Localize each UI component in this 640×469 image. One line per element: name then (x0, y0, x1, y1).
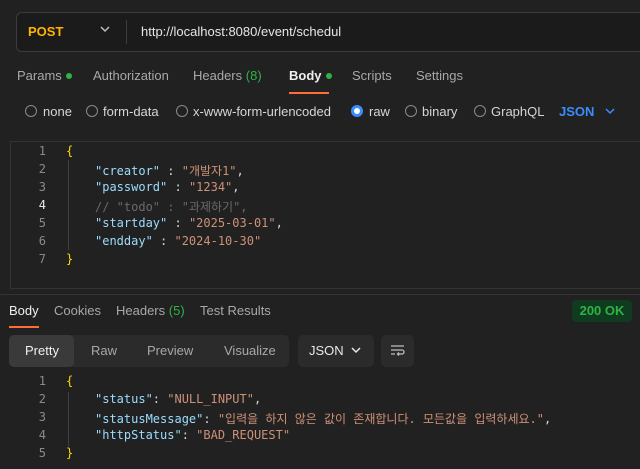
line-number: 7 (38, 252, 46, 266)
status-dot-icon (65, 72, 72, 79)
view-raw-button[interactable]: Raw (91, 343, 117, 358)
radio-binary[interactable] (405, 105, 417, 117)
view-pretty-button[interactable]: Pretty (25, 343, 59, 358)
radio-label-none[interactable]: none (43, 104, 72, 119)
code-line: { (66, 144, 74, 158)
radio-label-urlencoded[interactable]: x-www-form-urlencoded (193, 104, 331, 119)
response-tab-body[interactable]: Body (9, 303, 39, 318)
body-format-select[interactable]: JSON (559, 104, 594, 119)
radio-form-data[interactable] (86, 105, 98, 117)
line-number: 5 (38, 216, 46, 230)
line-number: 5 (38, 446, 46, 460)
line-number: 3 (38, 410, 46, 424)
status-dot-icon (325, 72, 332, 79)
indent-guide (68, 392, 69, 446)
method-select[interactable]: POST (28, 24, 63, 39)
chevron-down-icon[interactable] (604, 105, 616, 117)
code-line: } (66, 446, 74, 460)
headers-count: (8) (245, 68, 262, 83)
code-line-comment: // "todo" : "과제하기", (95, 200, 248, 214)
radio-label-form-data[interactable]: form-data (103, 104, 159, 119)
code-line: "endday" : "2024-10-30" (95, 234, 262, 248)
line-number: 6 (38, 234, 46, 248)
tab-body-underline (289, 92, 329, 94)
chevron-down-icon[interactable] (350, 344, 362, 356)
code-line: "password" : "1234", (95, 180, 240, 194)
radio-raw[interactable] (351, 105, 363, 117)
response-tab-test-results[interactable]: Test Results (200, 303, 271, 318)
code-line: } (66, 252, 74, 266)
line-number: 1 (38, 374, 46, 388)
tab-settings[interactable]: Settings (416, 68, 463, 83)
line-number: 2 (38, 162, 46, 176)
response-format-label[interactable]: JSON (309, 343, 344, 358)
line-number: 4 (38, 428, 46, 442)
code-line: "startday" : "2025-03-01", (95, 216, 283, 230)
code-line: "creator" : "개발자1", (95, 164, 244, 178)
response-divider (0, 294, 640, 295)
view-preview-button[interactable]: Preview (147, 343, 193, 358)
url-input[interactable]: http://localhost:8080/event/schedul (141, 24, 341, 39)
tab-scripts[interactable]: Scripts (352, 68, 392, 83)
line-number: 2 (38, 392, 46, 406)
response-tab-underline (9, 326, 39, 328)
tab-body[interactable]: Body (289, 68, 332, 83)
chevron-down-icon[interactable] (98, 22, 112, 36)
radio-none[interactable] (25, 105, 37, 117)
radio-label-binary[interactable]: binary (422, 104, 457, 119)
line-number: 4 (38, 198, 46, 212)
radio-graphql[interactable] (474, 105, 486, 117)
view-visualize-button[interactable]: Visualize (224, 343, 276, 358)
radio-label-graphql[interactable]: GraphQL (491, 104, 544, 119)
status-badge[interactable]: 200 OK (572, 300, 632, 322)
response-tab-cookies[interactable]: Cookies (54, 303, 101, 318)
line-number: 1 (38, 144, 46, 158)
code-line: "status": "NULL_INPUT", (95, 392, 262, 406)
line-number: 3 (38, 180, 46, 194)
response-tab-headers[interactable]: Headers (5) (116, 303, 185, 318)
code-line: "httpStatus": "BAD_REQUEST" (95, 428, 291, 442)
radio-urlencoded[interactable] (176, 105, 188, 117)
tab-headers[interactable]: Headers (8) (193, 68, 262, 83)
indent-guide (68, 160, 69, 250)
tab-params[interactable]: Params (17, 68, 72, 83)
code-line: "statusMessage": "입력을 하지 않은 값이 존재합니다. 모든… (95, 412, 552, 426)
url-divider (126, 20, 127, 44)
word-wrap-icon[interactable] (389, 343, 406, 359)
code-line: { (66, 374, 74, 388)
tab-authorization[interactable]: Authorization (93, 68, 169, 83)
radio-label-raw[interactable]: raw (369, 104, 390, 119)
response-headers-count: (5) (168, 303, 185, 318)
